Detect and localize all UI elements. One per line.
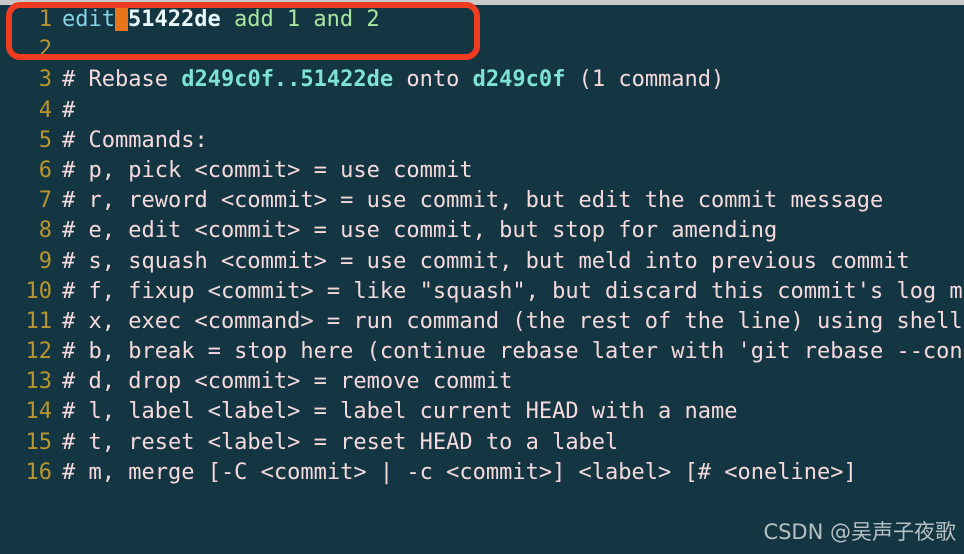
onto-sha: d249c0f: [472, 67, 566, 93]
sha-range: d249c0f..51422de: [181, 67, 394, 93]
git-rebase-todo-editor[interactable]: 1 edit 51422de add 1 and 2 2 3 # Rebase d249c…: [0, 5, 964, 554]
comment-text: # t, reset <label> = reset HEAD to a lab…: [62, 429, 619, 455]
comment-text: # x, exec <command> = run command (the r…: [62, 308, 963, 334]
line-content[interactable]: # f, fixup <commit> = like "squash", but…: [52, 279, 964, 304]
line-content[interactable]: # e, edit <commit> = use commit, but sto…: [52, 218, 777, 243]
code-line[interactable]: 10 # f, fixup <commit> = like "squash", b…: [0, 277, 964, 307]
line-number: 3: [38, 67, 52, 93]
line-content[interactable]: # t, reset <label> = reset HEAD to a lab…: [52, 430, 618, 455]
line-number: 11: [25, 308, 53, 334]
line-content[interactable]: # s, squash <commit> = use commit, but m…: [52, 249, 910, 274]
line-number: 4: [38, 97, 52, 123]
line-number: 8: [38, 218, 52, 244]
code-line[interactable]: 16 # m, merge [-C <commit> | -c <commit>]…: [0, 458, 964, 488]
comment-text: # p, pick <commit> = use commit: [62, 157, 473, 183]
code-line[interactable]: 1 edit 51422de add 1 and 2: [0, 5, 964, 35]
line-content[interactable]: # r, reword <commit> = use commit, but e…: [52, 188, 883, 213]
commit-subject: add 1 and 2: [220, 7, 380, 32]
code-line[interactable]: 2: [0, 35, 964, 65]
code-line[interactable]: 8 # e, edit <commit> = use commit, but st…: [0, 216, 964, 246]
line-content[interactable]: # d, drop <commit> = remove commit: [52, 369, 512, 394]
line-content[interactable]: # b, break = stop here (continue rebase …: [52, 339, 964, 364]
comment-text: # Commands:: [62, 127, 208, 153]
comment-text: # e, edit <commit> = use commit, but sto…: [62, 218, 778, 244]
code-line[interactable]: 4 #: [0, 96, 964, 126]
line-content[interactable]: # x, exec <command> = run command (the r…: [52, 309, 963, 334]
comment-text: # Rebase: [62, 67, 182, 93]
text-cursor: [114, 5, 128, 31]
line-content[interactable]: # Rebase d249c0f..51422de onto d249c0f (…: [52, 67, 724, 92]
comment-text: # d, drop <commit> = remove commit: [62, 369, 513, 395]
comment-text: # m, merge [-C <commit> | -c <commit>] <…: [62, 459, 857, 485]
code-line[interactable]: 14 # l, label <label> = label current HEA…: [0, 397, 964, 427]
code-line[interactable]: 9 # s, squash <commit> = use commit, but …: [0, 247, 964, 277]
code-line[interactable]: 11 # x, exec <command> = run command (the…: [0, 307, 964, 337]
line-number: 9: [38, 248, 52, 274]
line-content[interactable]: edit 51422de add 1 and 2: [52, 5, 380, 32]
code-line[interactable]: 15 # t, reset <label> = reset HEAD to a l…: [0, 428, 964, 458]
comment-text: onto: [393, 67, 473, 93]
line-content[interactable]: [52, 37, 62, 62]
line-number: 15: [25, 429, 53, 455]
comment-text: # f, fixup <commit> = like "squash", but…: [62, 278, 964, 304]
line-content[interactable]: #: [52, 98, 75, 123]
comment-text: # s, squash <commit> = use commit, but m…: [62, 248, 910, 274]
line-number: 1: [38, 7, 52, 32]
code-line[interactable]: 13 # d, drop <commit> = remove commit: [0, 367, 964, 397]
line-number: 5: [38, 127, 52, 153]
line-content[interactable]: # Commands:: [52, 128, 208, 153]
code-line[interactable]: 7 # r, reword <commit> = use commit, but …: [0, 186, 964, 216]
code-area[interactable]: 1 edit 51422de add 1 and 2 2 3 # Rebase d249c…: [0, 5, 964, 488]
comment-text: # l, label <label> = label current HEAD …: [62, 399, 738, 425]
commit-sha: 51422de: [127, 7, 221, 32]
code-line[interactable]: 3 # Rebase d249c0f..51422de onto d249c0f …: [0, 65, 964, 95]
line-content[interactable]: # l, label <label> = label current HEAD …: [52, 399, 738, 424]
comment-text: # r, reword <commit> = use commit, but e…: [62, 188, 884, 214]
comment-text: #: [62, 97, 76, 123]
line-content[interactable]: # m, merge [-C <commit> | -c <commit>] <…: [52, 460, 857, 485]
todo-action: edit: [62, 7, 115, 32]
screenshot-root: 1 edit 51422de add 1 and 2 2 3 # Rebase d249c…: [0, 0, 964, 554]
line-number: 13: [25, 369, 53, 395]
line-number: 6: [38, 157, 52, 183]
line-number: 16: [25, 459, 53, 485]
code-line[interactable]: 12 # b, break = stop here (continue rebas…: [0, 337, 964, 367]
line-number: 7: [38, 188, 52, 214]
line-content[interactable]: # p, pick <commit> = use commit: [52, 158, 473, 183]
line-number: 14: [25, 399, 53, 425]
line-number: 2: [38, 37, 52, 63]
comment-text: # b, break = stop here (continue rebase …: [62, 339, 964, 365]
code-line[interactable]: 5 # Commands:: [0, 126, 964, 156]
line-number: 12: [25, 339, 53, 365]
comment-text: (1 command): [565, 67, 725, 93]
line-number: 10: [25, 278, 53, 304]
code-line[interactable]: 6 # p, pick <commit> = use commit: [0, 156, 964, 186]
